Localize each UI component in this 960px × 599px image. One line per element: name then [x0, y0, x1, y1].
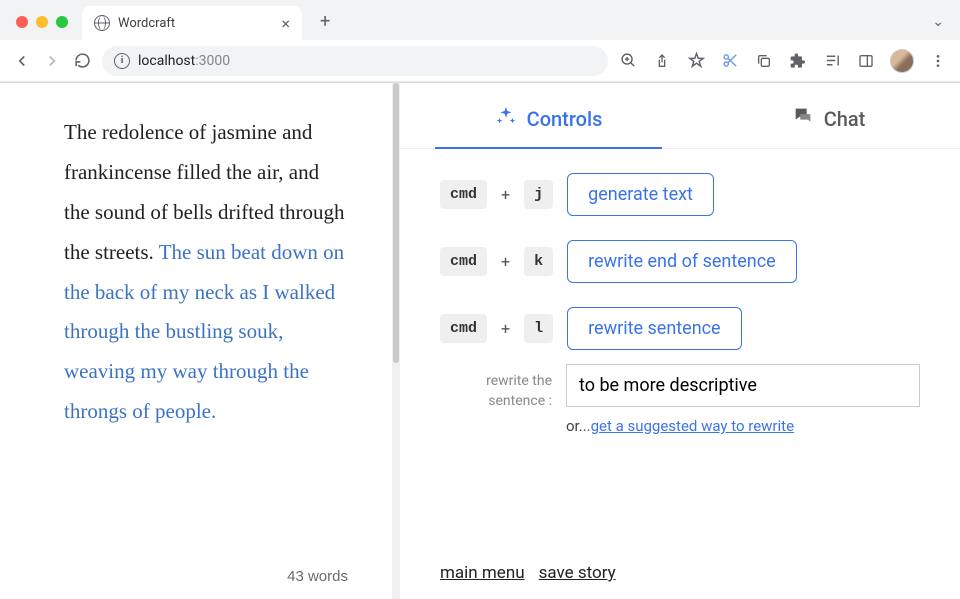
- editor-text[interactable]: The redolence of jasmine and frankincens…: [64, 113, 348, 432]
- pane-tabs: Controls Chat: [400, 83, 960, 149]
- rewrite-input[interactable]: [566, 364, 920, 407]
- new-tab-button[interactable]: +: [310, 11, 340, 40]
- toolbar-right: [618, 49, 948, 73]
- shortcut-row-rewrite-sentence: cmd + l rewrite sentence: [440, 307, 920, 350]
- or-line: or...get a suggested way to rewrite: [566, 417, 920, 435]
- app-content: The redolence of jasmine and frankincens…: [0, 83, 960, 599]
- browser-toolbar: i localhost:3000: [0, 40, 960, 82]
- or-prefix: or...: [566, 417, 591, 435]
- suggested-rewrite-link[interactable]: get a suggested way to rewrite: [591, 417, 794, 435]
- close-tab-icon[interactable]: ×: [281, 14, 290, 33]
- plus-icon: +: [501, 319, 510, 338]
- key-letter: k: [524, 247, 553, 276]
- url-port: :3000: [195, 53, 230, 69]
- tab-title: Wordcraft: [118, 16, 175, 31]
- tab-controls-label: Controls: [527, 107, 603, 131]
- browser-chrome: Wordcraft × + ⌄ i localhost:3000: [0, 0, 960, 83]
- reload-button[interactable]: [72, 51, 92, 71]
- main-menu-link[interactable]: main menu: [440, 563, 525, 583]
- back-button[interactable]: [12, 51, 32, 71]
- rewrite-label: rewrite the sentence :: [440, 364, 552, 411]
- browser-tab[interactable]: Wordcraft ×: [82, 6, 302, 40]
- rewrite-block: rewrite the sentence : or...get a sugges…: [440, 364, 920, 435]
- editor-pane[interactable]: The redolence of jasmine and frankincens…: [0, 83, 392, 599]
- editor-highlighted-text: The sun beat down on the back of my neck…: [64, 240, 344, 424]
- shortcut-row-rewrite-end: cmd + k rewrite end of sentence: [440, 240, 920, 283]
- window-controls: [10, 16, 74, 40]
- tab-controls[interactable]: Controls: [475, 93, 623, 148]
- chat-icon: [792, 105, 814, 132]
- reading-list-icon[interactable]: [822, 51, 842, 71]
- save-story-link[interactable]: save story: [539, 563, 616, 583]
- forward-button[interactable]: [42, 51, 62, 71]
- sparkles-icon: [495, 105, 517, 132]
- controls-pane: Controls Chat cmd + j generate text cmd …: [400, 83, 960, 599]
- copy-icon[interactable]: [754, 51, 774, 71]
- key-letter: l: [524, 314, 553, 343]
- profile-avatar[interactable]: [890, 49, 914, 73]
- zoom-icon[interactable]: [618, 51, 638, 71]
- rewrite-end-button[interactable]: rewrite end of sentence: [567, 240, 797, 283]
- window-close-button[interactable]: [16, 16, 28, 28]
- share-icon[interactable]: [652, 51, 672, 71]
- word-count: 43 words: [287, 563, 348, 592]
- window-maximize-button[interactable]: [56, 16, 68, 28]
- side-panel-icon[interactable]: [856, 51, 876, 71]
- extensions-icon[interactable]: [788, 51, 808, 71]
- key-letter: j: [524, 180, 553, 209]
- address-bar[interactable]: i localhost:3000: [102, 46, 608, 76]
- rewrite-sentence-button[interactable]: rewrite sentence: [567, 307, 742, 350]
- site-info-icon[interactable]: i: [114, 53, 130, 69]
- menu-icon[interactable]: [928, 51, 948, 71]
- tab-strip: Wordcraft × + ⌄: [0, 0, 960, 40]
- plus-icon: +: [501, 185, 510, 204]
- chevron-down-icon[interactable]: ⌄: [932, 14, 960, 40]
- key-mod: cmd: [440, 247, 487, 276]
- plus-icon: +: [501, 252, 510, 271]
- footer-links: main menu save story: [440, 563, 616, 583]
- key-mod: cmd: [440, 180, 487, 209]
- star-icon[interactable]: [686, 51, 706, 71]
- shortcut-row-generate: cmd + j generate text: [440, 173, 920, 216]
- scissors-icon[interactable]: [720, 51, 740, 71]
- generate-text-button[interactable]: generate text: [567, 173, 714, 216]
- window-minimize-button[interactable]: [36, 16, 48, 28]
- tab-chat-label: Chat: [824, 107, 866, 131]
- key-mod: cmd: [440, 314, 487, 343]
- globe-icon: [94, 15, 110, 31]
- url-host: localhost: [138, 53, 195, 69]
- controls-body: cmd + j generate text cmd + k rewrite en…: [400, 149, 960, 459]
- tab-chat[interactable]: Chat: [772, 93, 886, 148]
- scroll-divider[interactable]: [392, 83, 400, 599]
